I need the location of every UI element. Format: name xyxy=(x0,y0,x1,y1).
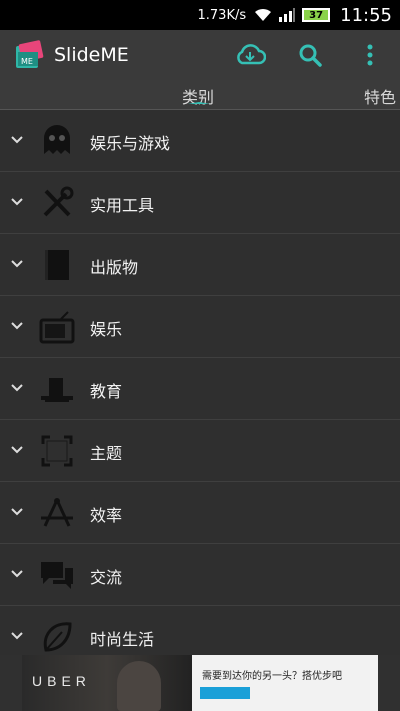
slideme-logo-icon: ME xyxy=(16,40,44,68)
game-ghost-icon xyxy=(38,122,76,160)
chevron-down-icon xyxy=(11,384,23,392)
category-label: 效率 xyxy=(90,506,123,525)
category-row[interactable]: 娱乐与游戏 xyxy=(0,110,400,172)
category-list: 娱乐与游戏 实用工具 出版物 娱乐 教育 主题 效率 交流 时尚生活 xyxy=(0,110,400,655)
cloud-download-button[interactable] xyxy=(220,30,280,80)
svg-text:ME: ME xyxy=(21,57,33,66)
search-button[interactable] xyxy=(280,30,340,80)
chevron-down-icon xyxy=(11,446,23,454)
category-row[interactable]: 出版物 xyxy=(0,234,400,296)
chevron-down-icon xyxy=(11,136,23,144)
network-speed: 1.73K/s xyxy=(197,7,247,23)
theme-frame-icon xyxy=(38,432,76,470)
tab-featured[interactable]: 特色 xyxy=(364,84,396,108)
ad-text-panel: 需要到达你的另一头？搭优步吧 xyxy=(192,655,378,711)
status-bar: 1.73K/s 37 11:55 xyxy=(0,0,400,30)
tv-icon xyxy=(38,308,76,346)
productivity-compass-icon xyxy=(38,494,76,532)
battery-icon: 37 xyxy=(302,8,331,22)
chevron-down-icon xyxy=(11,322,23,330)
education-icon xyxy=(38,370,76,408)
chevron-down-icon xyxy=(11,508,23,516)
category-label: 交流 xyxy=(90,568,123,587)
category-row[interactable]: 实用工具 xyxy=(0,172,400,234)
ad-image: UBER xyxy=(22,655,192,711)
category-row[interactable]: 效率 xyxy=(0,482,400,544)
chevron-down-icon xyxy=(11,198,23,206)
tab-indicator-mark xyxy=(188,102,210,104)
category-label: 时尚生活 xyxy=(90,630,155,649)
tools-icon xyxy=(38,184,76,222)
leaf-icon xyxy=(38,618,76,655)
clock: 11:55 xyxy=(340,4,392,26)
chevron-down-icon xyxy=(11,570,23,578)
search-icon xyxy=(299,44,322,67)
wifi-icon xyxy=(254,8,272,22)
app-title: SlideME xyxy=(54,44,129,66)
category-row[interactable]: 主题 xyxy=(0,420,400,482)
category-row[interactable]: 娱乐 xyxy=(0,296,400,358)
ad-cta-button[interactable] xyxy=(200,687,250,699)
ad-banner[interactable]: UBER 需要到达你的另一头？搭优步吧 xyxy=(0,655,400,711)
cloud-download-icon xyxy=(237,44,266,65)
signal-icon xyxy=(278,8,296,22)
category-label: 实用工具 xyxy=(90,196,155,215)
overflow-menu-button[interactable] xyxy=(340,30,400,80)
action-bar: ME SlideME xyxy=(0,30,400,80)
more-vertical-icon xyxy=(367,44,373,66)
category-row[interactable]: 时尚生活 xyxy=(0,606,400,655)
ad-brand: UBER xyxy=(32,673,91,689)
ad-content[interactable]: UBER 需要到达你的另一头？搭优步吧 xyxy=(22,655,378,711)
category-label: 主题 xyxy=(90,444,123,463)
book-icon xyxy=(38,246,76,284)
chat-bubble-icon xyxy=(38,556,76,594)
ad-person-silhouette xyxy=(117,661,161,711)
category-row[interactable]: 交流 xyxy=(0,544,400,606)
ad-text: 需要到达你的另一头？搭优步吧 xyxy=(202,671,342,682)
chevron-down-icon xyxy=(11,260,23,268)
category-row[interactable]: 教育 xyxy=(0,358,400,420)
category-label: 出版物 xyxy=(90,258,139,277)
category-label: 教育 xyxy=(90,382,123,401)
tab-strip: 类别 特色 xyxy=(0,80,400,110)
category-label: 娱乐 xyxy=(90,320,123,339)
chevron-down-icon xyxy=(11,632,23,640)
tab-selected-indicator xyxy=(188,102,210,104)
tab-categories[interactable]: 类别 xyxy=(182,84,214,108)
category-label: 娱乐与游戏 xyxy=(90,134,171,153)
